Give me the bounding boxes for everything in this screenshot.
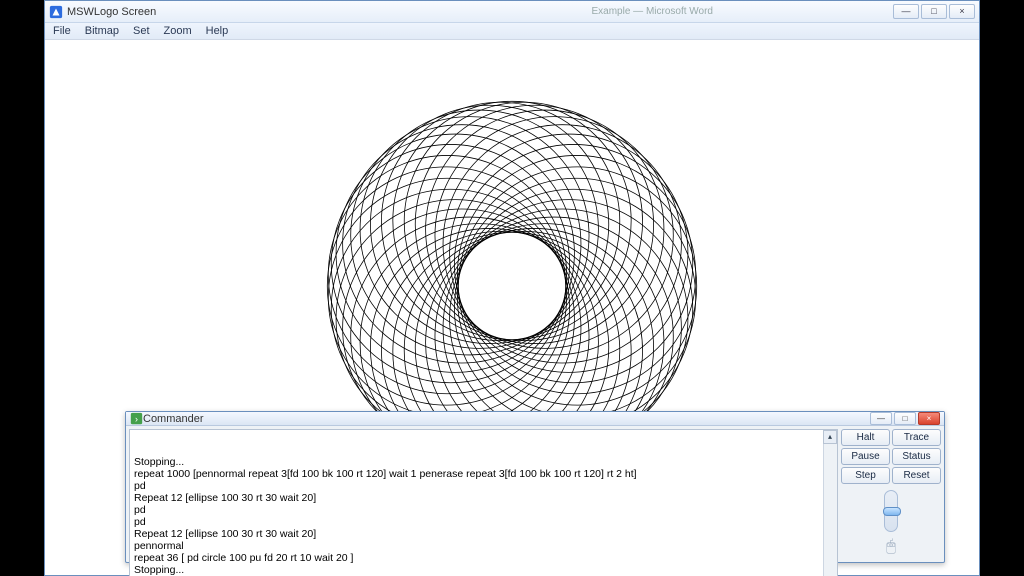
history-line: Repeat 12 [ellipse 100 30 rt 30 wait 20] <box>134 492 817 504</box>
menu-set[interactable]: Set <box>133 25 150 37</box>
history-line: pd <box>134 480 817 492</box>
commander-window: › Commander — □ × Stopping...repeat 1000… <box>125 411 945 563</box>
commander-title: Commander <box>143 413 204 425</box>
mswlogo-window: MSWLogo Screen Example — Microsoft Word … <box>44 0 980 576</box>
commander-icon: › <box>130 412 143 425</box>
history-line: repeat 36 [ pd circle 100 pu fd 20 rt 10… <box>134 552 817 564</box>
history-scrollbar[interactable]: ▴ ▾ <box>823 430 837 576</box>
reset-button[interactable]: Reset <box>892 467 941 484</box>
status-button[interactable]: Status <box>892 448 941 465</box>
menu-zoom[interactable]: Zoom <box>164 25 192 37</box>
speed-slider[interactable] <box>884 490 898 532</box>
pause-button[interactable]: Pause <box>841 448 890 465</box>
minimize-button[interactable]: — <box>893 4 919 19</box>
menu-bitmap[interactable]: Bitmap <box>85 25 119 37</box>
svg-text:›: › <box>135 414 138 424</box>
halt-button[interactable]: Halt <box>841 429 890 446</box>
window-title: MSWLogo Screen <box>67 6 156 18</box>
menu-file[interactable]: File <box>53 25 71 37</box>
commander-maximize-button[interactable]: □ <box>894 412 916 425</box>
history-line: pd <box>134 504 817 516</box>
maximize-button[interactable]: □ <box>921 4 947 19</box>
scroll-up-button[interactable]: ▴ <box>823 430 837 444</box>
mouse-icon: 🖱 <box>886 538 896 556</box>
logo-icon <box>49 5 63 19</box>
history-line: Stopping... <box>134 456 817 468</box>
command-history[interactable]: Stopping...repeat 1000 [pennormal repeat… <box>129 429 838 576</box>
menubar: File Bitmap Set Zoom Help <box>45 23 979 40</box>
step-button[interactable]: Step <box>841 467 890 484</box>
letterbox-stage: MSWLogo Screen Example — Microsoft Word … <box>0 0 1024 576</box>
menu-help[interactable]: Help <box>206 25 229 37</box>
titlebar[interactable]: MSWLogo Screen Example — Microsoft Word … <box>45 1 979 23</box>
commander-close-button[interactable]: × <box>918 412 940 425</box>
history-line: pd <box>134 516 817 528</box>
trace-button[interactable]: Trace <box>892 429 941 446</box>
history-line: pennormal <box>134 540 817 552</box>
slider-thumb[interactable] <box>883 507 901 516</box>
background-app-title: Example — Microsoft Word <box>591 6 713 17</box>
commander-titlebar[interactable]: › Commander — □ × <box>126 412 944 426</box>
close-button[interactable]: × <box>949 4 975 19</box>
history-line: Repeat 12 [ellipse 100 30 rt 30 wait 20] <box>134 528 817 540</box>
history-line: Stopping... <box>134 564 817 576</box>
commander-minimize-button[interactable]: — <box>870 412 892 425</box>
history-line: repeat 1000 [pennormal repeat 3[fd 100 b… <box>134 468 817 480</box>
